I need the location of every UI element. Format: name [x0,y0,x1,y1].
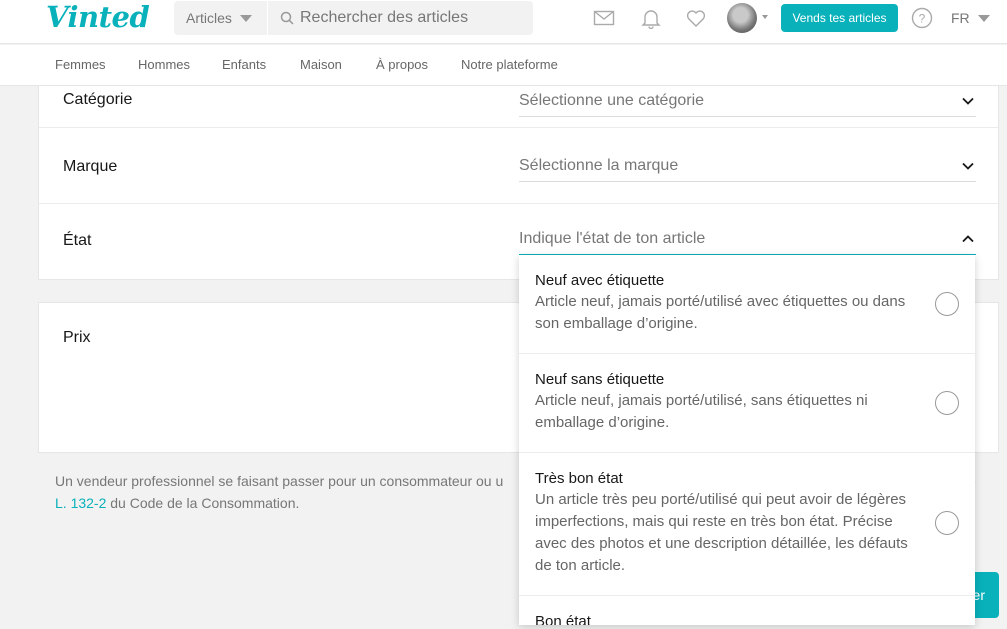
disclaimer-text-end: du Code de la Consommation. [106,495,300,511]
search-bar: Articles [174,1,533,35]
help-icon[interactable]: ? [911,7,933,29]
search-input[interactable] [300,9,520,27]
svg-text:?: ? [919,12,926,26]
price-label: Prix [63,329,91,346]
brand-select[interactable]: Sélectionne la marque [519,154,976,182]
mail-icon[interactable] [593,7,615,29]
condition-placeholder: Indique l'état de ton article [519,230,706,247]
category-label: Catégorie [63,91,133,108]
language-select[interactable]: FR [951,10,990,26]
language-label: FR [951,10,970,26]
condition-dropdown: Neuf avec étiquette Article neuf, jamais… [519,255,975,625]
option-title: Neuf sans étiquette [535,371,665,388]
chevron-down-icon [962,97,974,105]
category-row[interactable]: Catégorie Sélectionne une catégorie [39,54,998,128]
option-description: Article neuf, jamais porté/utilisé, sans… [535,392,868,431]
top-header: Vinted Articles Vends tes articles ? FR [0,0,1007,44]
law-article-link[interactable]: L. 132-2 [55,495,106,511]
chevron-up-icon [962,235,974,243]
bell-icon[interactable] [640,7,662,29]
search-icon [280,11,294,25]
caret-down-icon [977,14,990,22]
chevron-down-icon [962,162,974,170]
category-select[interactable]: Sélectionne une catégorie [519,89,976,117]
user-avatar[interactable] [727,3,757,33]
vinted-logo[interactable]: Vinted [46,0,150,34]
option-title: Neuf avec étiquette [535,272,665,289]
brand-placeholder: Sélectionne la marque [519,157,679,174]
option-title: Bon état [535,613,591,625]
option-description: Article neuf, jamais porté/utilisé avec … [535,293,906,332]
disclaimer-text-start: Un vendeur professionnel se faisant pass… [55,473,504,489]
category-placeholder: Sélectionne une catégorie [519,92,705,109]
option-description: Un article très peu porté/utilisé qui pe… [535,491,908,574]
sell-items-button[interactable]: Vends tes articles [781,4,898,32]
option-radio[interactable] [935,511,959,535]
condition-label: État [63,232,92,249]
option-radio[interactable] [935,391,959,415]
legal-disclaimer: Un vendeur professionnel se faisant pass… [55,470,525,514]
condition-option-new-with-tags[interactable]: Neuf avec étiquette Article neuf, jamais… [519,255,975,354]
item-details-card: Catégorie Sélectionne une catégorie Marq… [38,86,999,280]
search-category-select[interactable]: Articles [174,1,268,35]
brand-row[interactable]: Marque Sélectionne la marque [39,130,998,204]
avatar-caret-icon[interactable] [762,15,768,19]
brand-label: Marque [63,158,118,175]
condition-option-very-good[interactable]: Très bon état Un article très peu porté/… [519,453,975,596]
option-title: Très bon état [535,470,623,487]
caret-down-icon [239,14,252,22]
heart-icon[interactable] [685,7,707,29]
condition-option-new-without-tags[interactable]: Neuf sans étiquette Article neuf, jamais… [519,354,975,453]
option-radio[interactable] [935,292,959,316]
search-category-label: Articles [186,10,232,26]
condition-option-good[interactable]: Bon état [519,596,975,625]
condition-select[interactable]: Indique l'état de ton article [519,227,976,255]
